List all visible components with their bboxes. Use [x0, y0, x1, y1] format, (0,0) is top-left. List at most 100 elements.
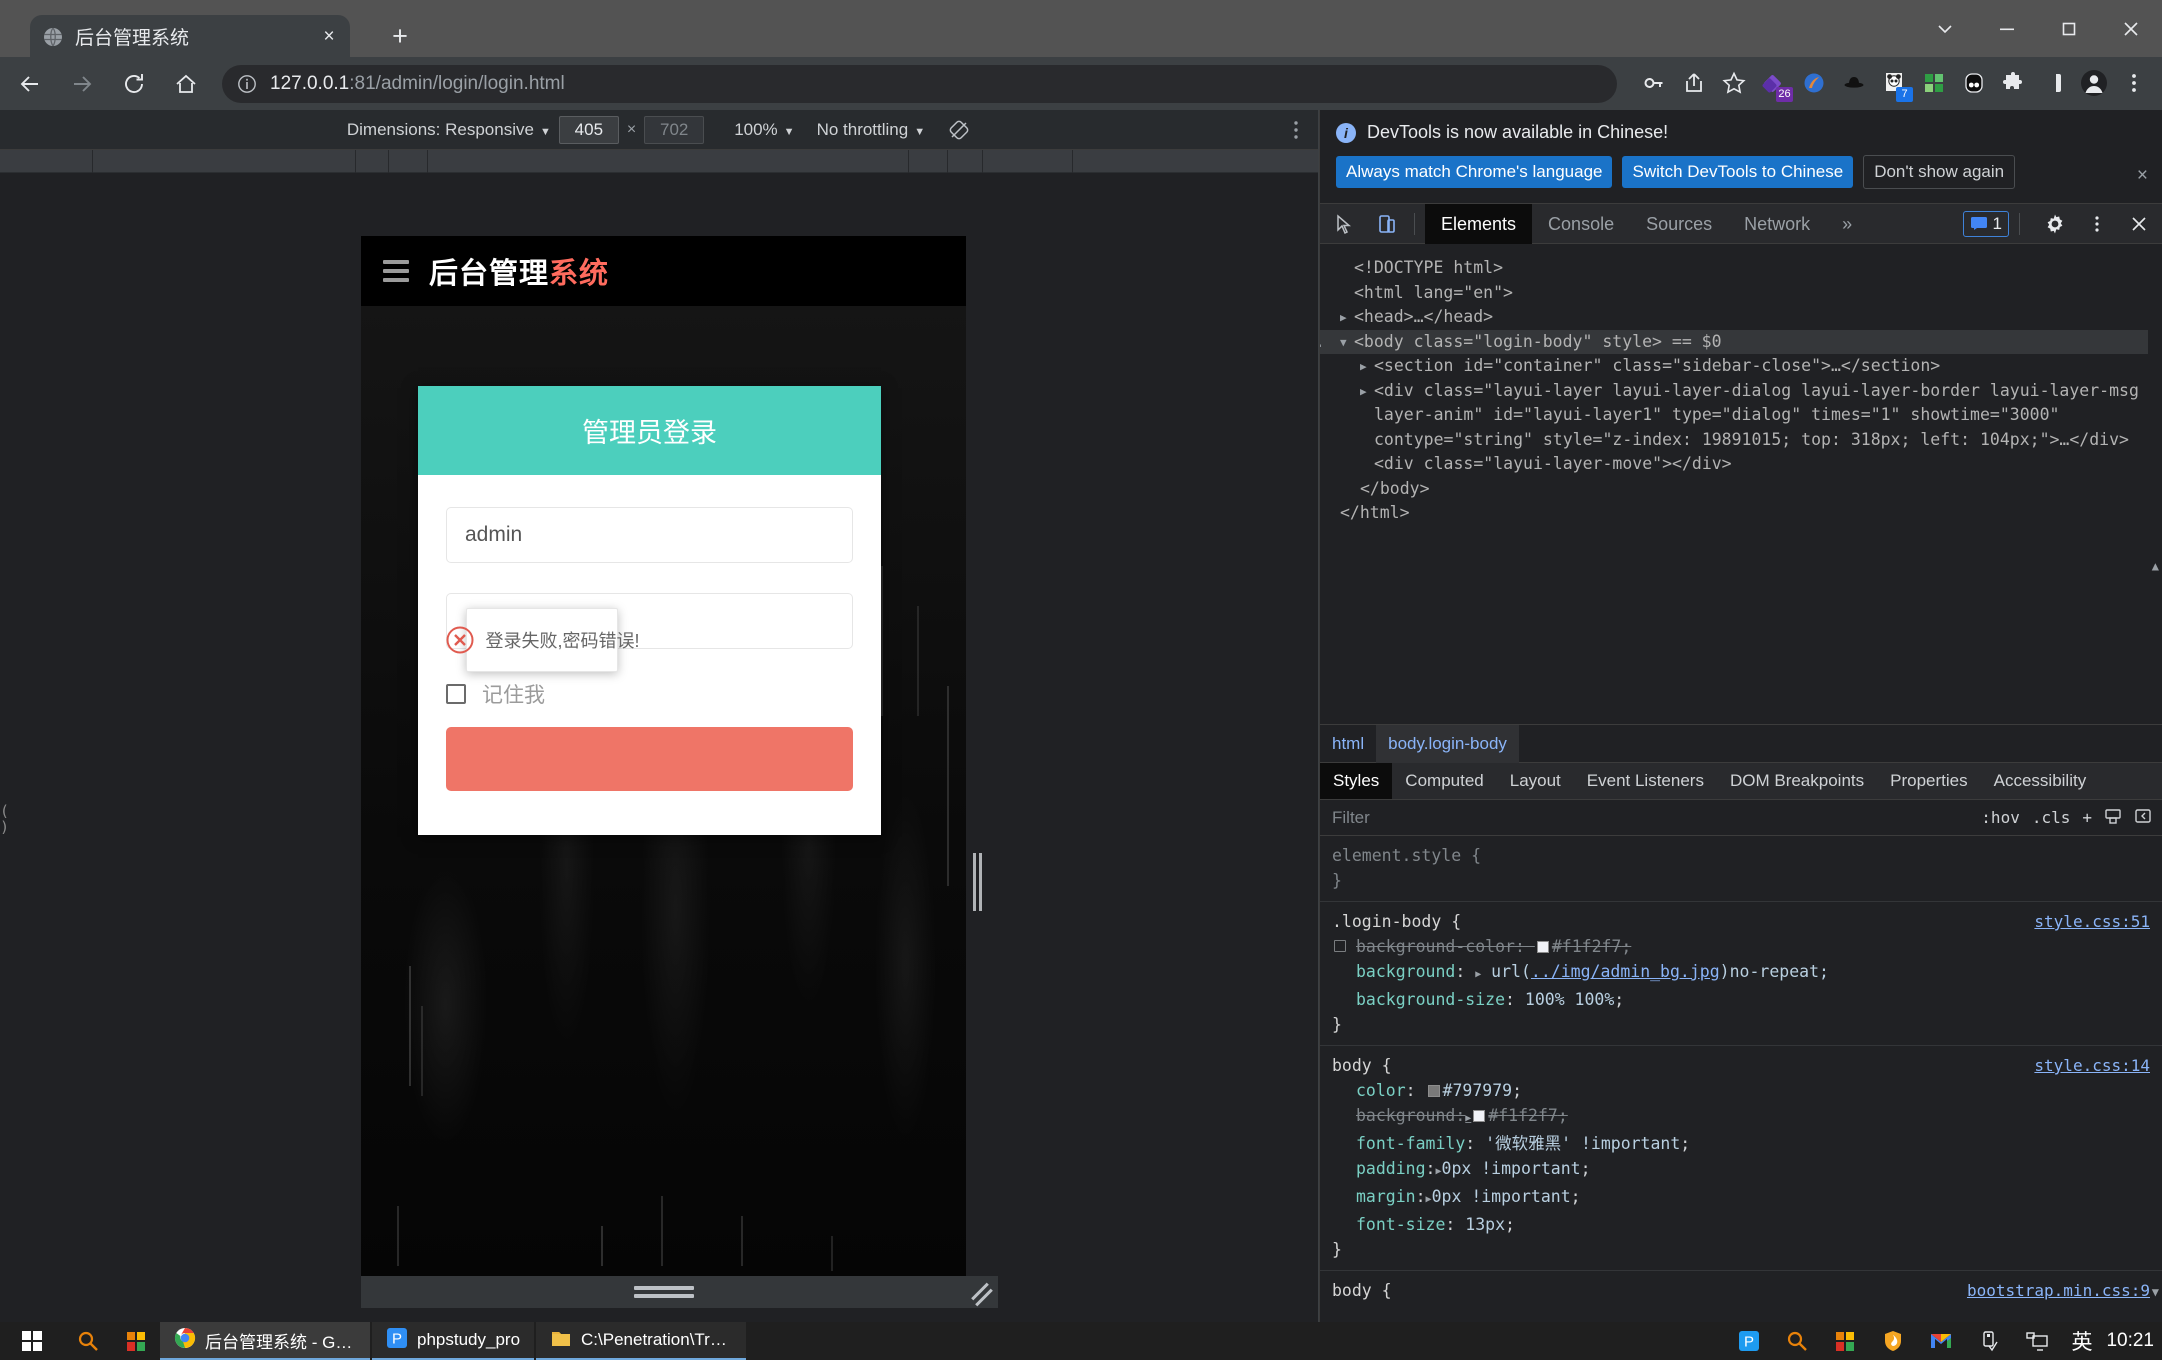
- network-monitor-icon[interactable]: [2013, 1322, 2061, 1360]
- info-circle-icon[interactable]: [236, 73, 258, 95]
- hov-toggle[interactable]: :hov: [1981, 808, 2020, 827]
- styles-filter-input[interactable]: Filter: [1332, 808, 1370, 828]
- color-swatch[interactable]: [1427, 1085, 1440, 1097]
- tab-dom-breakpoints[interactable]: DOM Breakpoints: [1717, 763, 1877, 799]
- taskbar-item-phpstudy[interactable]: P phpstudy_pro: [372, 1322, 535, 1360]
- tab-console[interactable]: Console: [1532, 204, 1630, 244]
- devtools-more-kebab-icon[interactable]: [2080, 207, 2114, 241]
- browser-tab[interactable]: 后台管理系统 ×: [30, 15, 350, 58]
- tab-overflow-icon[interactable]: »: [1826, 204, 1868, 244]
- address-bar[interactable]: 127.0.0.1:81/admin/login/login.html: [222, 65, 1617, 103]
- banner-close-icon[interactable]: ×: [2137, 165, 2148, 187]
- phpstudy-tray-icon[interactable]: P: [1725, 1322, 1773, 1360]
- always-match-language-button[interactable]: Always match Chrome's language: [1336, 156, 1613, 188]
- dom-line-html-open[interactable]: <html lang="en">: [1334, 281, 2148, 306]
- new-tab-button[interactable]: +: [385, 22, 415, 52]
- hamburger-icon[interactable]: [383, 255, 409, 287]
- task-view-icon[interactable]: [112, 1322, 160, 1360]
- css-declaration[interactable]: font-family: '微软雅黑' !important;: [1332, 1131, 2150, 1156]
- dom-line-layermove[interactable]: <div class="layui-layer-move"></div>: [1334, 452, 2148, 477]
- styles-scroll-up-icon[interactable]: ▲: [2152, 554, 2159, 579]
- window-close-button[interactable]: [2100, 0, 2162, 57]
- rotate-device-icon[interactable]: [947, 118, 971, 142]
- share-icon[interactable]: [1674, 61, 1714, 105]
- rule-selector[interactable]: element.style: [1332, 846, 1461, 865]
- viewport-resize-handle-corner[interactable]: [966, 1276, 998, 1308]
- dom-line-html-close[interactable]: </html>: [1334, 501, 2148, 526]
- extensions-puzzle-icon[interactable]: [1994, 61, 2034, 105]
- ime-indicator[interactable]: 英: [2071, 1326, 2092, 1356]
- css-declaration[interactable]: background-color: #f1f2f7;: [1332, 934, 2150, 959]
- blackhat-hacktools-icon[interactable]: [1834, 61, 1874, 105]
- css-property-value[interactable]: #f1f2f7: [1552, 937, 1622, 956]
- inspect-element-icon[interactable]: [1328, 207, 1362, 241]
- device-toolbar-icon[interactable]: [1370, 207, 1404, 241]
- collapse-arrow-icon[interactable]: ▼: [1340, 331, 1347, 356]
- css-declaration[interactable]: padding:▶0px !important;: [1332, 1156, 2150, 1184]
- taskbar-item-chrome[interactable]: 后台管理系统 - Goog...: [160, 1322, 370, 1360]
- wappalyzer-icon[interactable]: [1914, 61, 1954, 105]
- css-property-value[interactable]: '微软雅黑' !important: [1485, 1134, 1680, 1153]
- error-dialog[interactable]: 登录失败,密码错误!: [446, 608, 640, 672]
- extension-orange-icon[interactable]: [1794, 61, 1834, 105]
- tab-accessibility[interactable]: Accessibility: [1981, 763, 2100, 799]
- bookmark-star-icon[interactable]: [1714, 61, 1754, 105]
- dimensions-select[interactable]: Dimensions: Responsive ▼: [347, 120, 551, 140]
- expand-arrow-icon[interactable]: ▶: [1465, 1113, 1471, 1124]
- tab-properties[interactable]: Properties: [1877, 763, 1980, 799]
- remember-me-checkbox[interactable]: [446, 684, 466, 704]
- zoom-select[interactable]: 100% ▼: [734, 120, 794, 140]
- viewport-resize-handle-right[interactable]: [971, 853, 985, 911]
- css-property-value[interactable]: #797979: [1443, 1081, 1513, 1100]
- css-declaration[interactable]: margin:▶0px !important;: [1332, 1184, 2150, 1212]
- tab-sources[interactable]: Sources: [1630, 204, 1728, 244]
- css-declaration[interactable]: background:▶ #f1f2f7;: [1332, 1103, 2150, 1131]
- expand-arrow-icon[interactable]: ▶: [1360, 380, 1367, 405]
- new-style-rule-icon[interactable]: [2104, 807, 2122, 829]
- rule-source-link[interactable]: bootstrap.min.css:9: [1967, 1278, 2150, 1303]
- tab-network[interactable]: Network: [1728, 204, 1826, 244]
- breadcrumb-item-body[interactable]: body.login-body: [1376, 724, 1519, 763]
- window-maximize-button[interactable]: [2038, 0, 2100, 57]
- rule-selector[interactable]: .login-body: [1332, 912, 1441, 931]
- styles-scroll-down-icon[interactable]: ▼: [2152, 1280, 2159, 1305]
- extension-purple-icon[interactable]: 26: [1754, 61, 1794, 105]
- search-tray-icon[interactable]: [1773, 1322, 1821, 1360]
- dont-show-again-button[interactable]: Don't show again: [1863, 155, 2016, 189]
- dom-line-layer[interactable]: ▶ <div class="layui-layer layui-layer-dia…: [1334, 379, 2148, 453]
- declaration-checkbox[interactable]: [1334, 940, 1346, 952]
- css-url-link[interactable]: ../img/admin_bg.jpg: [1531, 962, 1720, 981]
- expand-arrow-icon[interactable]: ▶: [1340, 306, 1347, 331]
- toggle-sidebar-icon[interactable]: [2134, 807, 2152, 829]
- back-icon[interactable]: [8, 62, 52, 106]
- reload-icon[interactable]: [112, 62, 156, 106]
- gmail-icon[interactable]: [1917, 1322, 1965, 1360]
- style-rule-body-bootstrap[interactable]: body { bootstrap.min.css:9: [1320, 1271, 2162, 1311]
- css-property-value[interactable]: 100% 100%: [1525, 990, 1614, 1009]
- dom-line-section[interactable]: ▶ <section id="container" class="sidebar-…: [1334, 354, 2148, 379]
- css-declaration[interactable]: background: ▶ url(../img/admin_bg.jpg)no…: [1332, 959, 2150, 987]
- tab-search-icon[interactable]: [1914, 0, 1976, 57]
- extension-oo-icon[interactable]: [1954, 61, 1994, 105]
- taskbar-clock[interactable]: 10:21: [2106, 1330, 2154, 1352]
- css-property-value[interactable]: #f1f2f7: [1488, 1106, 1558, 1125]
- color-swatch[interactable]: [1536, 941, 1549, 953]
- rule-selector[interactable]: body: [1332, 1281, 1372, 1300]
- new-rule-plus-button[interactable]: +: [2082, 808, 2092, 827]
- style-rule-login-body[interactable]: .login-body { style.css:51 background-co…: [1320, 902, 2162, 1046]
- forward-icon[interactable]: [60, 62, 104, 106]
- style-rule-element-style[interactable]: element.style { }: [1320, 836, 2162, 902]
- viewport-width-input[interactable]: 405: [558, 115, 619, 144]
- switch-to-chinese-button[interactable]: Switch DevTools to Chinese: [1622, 156, 1854, 188]
- firewall-shield-icon[interactable]: [1869, 1322, 1917, 1360]
- remember-me-row[interactable]: 记住我: [446, 679, 853, 709]
- window-minimize-button[interactable]: [1976, 0, 2038, 57]
- dom-tree[interactable]: <!DOCTYPE html> <html lang="en"> ▶ <head>…: [1320, 244, 2162, 724]
- home-icon[interactable]: [164, 62, 208, 106]
- expand-arrow-icon[interactable]: ▶: [1360, 355, 1367, 380]
- css-property-value[interactable]: 13px: [1465, 1215, 1505, 1234]
- tab-close-icon[interactable]: ×: [318, 26, 340, 48]
- chrome-menu-kebab-icon[interactable]: [2114, 61, 2154, 105]
- dom-line-doctype[interactable]: <!DOCTYPE html>: [1334, 256, 2148, 281]
- cls-toggle[interactable]: .cls: [2032, 808, 2071, 827]
